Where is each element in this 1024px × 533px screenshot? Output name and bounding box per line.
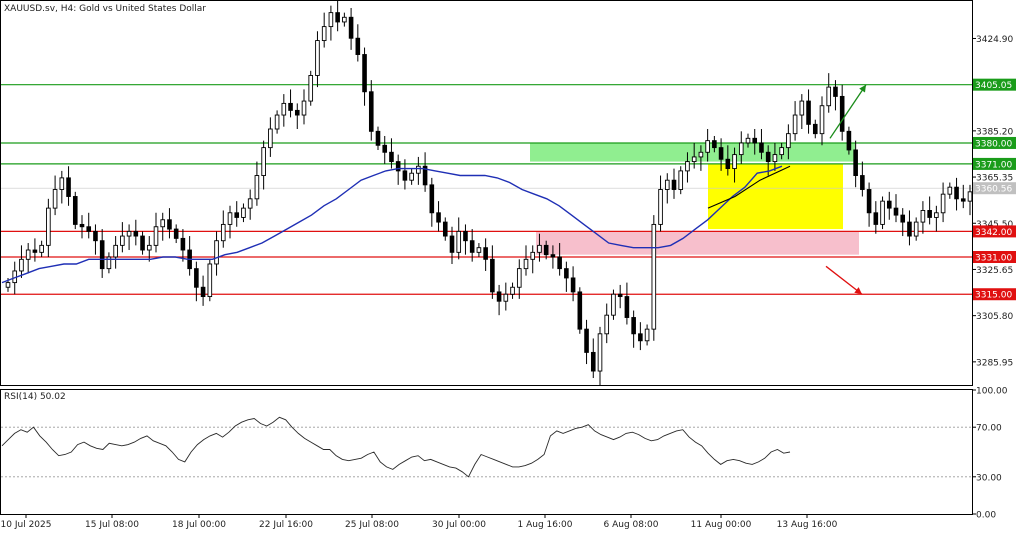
candle[interactable] xyxy=(577,287,583,334)
price-axis-label: 3285.95 xyxy=(976,358,1013,368)
current-price-label: 3360.56 xyxy=(975,185,1012,195)
price-chart[interactable]: 3424.903385.203365.353345.503325.653305.… xyxy=(0,0,1024,533)
rsi-label: RSI(14) 50.02 xyxy=(4,392,66,402)
candle[interactable] xyxy=(308,70,314,106)
price-axis-label: 3424.90 xyxy=(976,35,1013,45)
time-axis-label: 18 Jul 00:00 xyxy=(172,520,226,530)
level-price-label: 3315.00 xyxy=(975,291,1012,301)
level-price-label: 3380.00 xyxy=(975,139,1012,149)
price-axis-label: 3365.35 xyxy=(976,174,1013,184)
rsi-axis-label: 0.00 xyxy=(976,511,996,521)
level-price-label: 3371.00 xyxy=(975,160,1012,170)
time-axis-label: 6 Aug 08:00 xyxy=(604,520,659,530)
level-price-label: 3405.05 xyxy=(975,81,1012,91)
rsi-axis-label: 70.00 xyxy=(976,424,1002,434)
level-price-label: 3331.00 xyxy=(975,254,1012,264)
time-axis-label: 10 Jul 2025 xyxy=(1,520,52,530)
rsi-axis-label: 30.00 xyxy=(976,473,1002,483)
rsi-axis-label: 100.00 xyxy=(976,387,1008,397)
candle[interactable] xyxy=(880,196,885,230)
price-axis-label: 3385.20 xyxy=(976,127,1013,137)
support-zone xyxy=(536,231,859,255)
price-axis-label: 3305.80 xyxy=(976,312,1013,322)
time-axis-label: 25 Jul 08:00 xyxy=(345,520,399,530)
time-axis-label: 13 Aug 16:00 xyxy=(777,520,838,530)
level-price-label: 3342.00 xyxy=(975,228,1012,238)
candle[interactable] xyxy=(72,191,78,230)
candle[interactable] xyxy=(651,215,657,341)
candle[interactable] xyxy=(611,289,616,320)
time-axis-label: 11 Aug 00:00 xyxy=(691,520,752,530)
chart-title: XAUUSD.sv, H4: Gold vs United States Dol… xyxy=(4,4,206,14)
time-axis-label: 15 Jul 08:00 xyxy=(85,520,139,530)
time-axis-label: 30 Jul 00:00 xyxy=(432,520,486,530)
price-axis-label: 3325.65 xyxy=(976,266,1013,276)
time-axis-label: 22 Jul 16:00 xyxy=(259,520,313,530)
time-axis-label: 1 Aug 16:00 xyxy=(518,520,573,530)
candle[interactable] xyxy=(207,259,213,302)
